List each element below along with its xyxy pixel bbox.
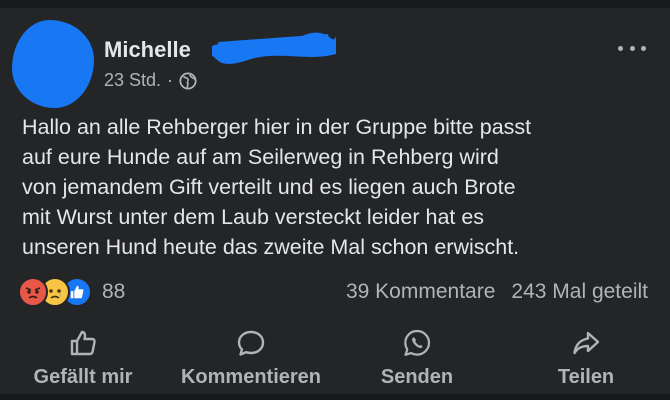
globe-icon: [179, 71, 197, 90]
share-label: Teilen: [557, 366, 615, 388]
author-name[interactable]: Michelle: [104, 37, 191, 63]
share-button[interactable]: Teilen: [546, 322, 626, 392]
dot-icon: [641, 45, 646, 51]
comment-label: Kommentieren: [180, 366, 322, 388]
post-meta: 23 Std. ·: [104, 70, 197, 91]
like-button[interactable]: Gefällt mir: [28, 322, 138, 392]
post-text: Hallo an alle Rehberger hier in der Grup…: [22, 115, 532, 259]
shares-count[interactable]: 243 Mal geteilt: [511, 280, 648, 304]
reactions-summary[interactable]: 88: [18, 277, 125, 307]
thumbs-up-icon: [70, 330, 96, 356]
angry-reaction-icon: [18, 277, 48, 307]
more-options-button[interactable]: [614, 38, 650, 58]
dot-icon: [629, 45, 635, 51]
comment-bubble-icon: [237, 330, 265, 356]
send-button[interactable]: Senden: [372, 322, 462, 392]
top-divider: [0, 0, 670, 8]
name-redaction-scribble: [212, 32, 336, 64]
post-time[interactable]: 23 Std.: [104, 70, 161, 91]
bottom-divider: [0, 394, 670, 400]
action-bar: Gefällt mir Kommentieren Senden Teilen: [0, 322, 670, 392]
share-arrow-icon: [573, 331, 600, 355]
dot-icon: [618, 45, 623, 51]
comments-count[interactable]: 39 Kommentare: [346, 280, 495, 304]
reaction-count[interactable]: 88: [102, 280, 125, 304]
whatsapp-icon: [404, 329, 431, 356]
avatar[interactable]: [12, 20, 94, 108]
engagement-stats: 39 Kommentare 243 Mal geteilt: [346, 280, 648, 304]
like-label: Gefällt mir: [33, 366, 133, 388]
send-label: Senden: [380, 366, 454, 388]
meta-separator: ·: [167, 70, 174, 90]
comment-button[interactable]: Kommentieren: [172, 322, 330, 392]
